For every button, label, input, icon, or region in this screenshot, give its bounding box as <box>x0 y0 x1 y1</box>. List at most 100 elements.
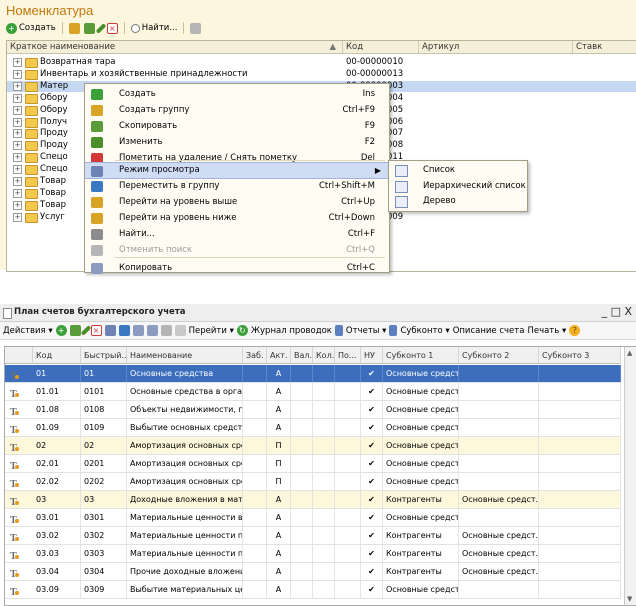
scroll-up-icon[interactable]: ▲ <box>627 349 632 357</box>
cell-empty <box>313 581 335 598</box>
expand-icon[interactable]: + <box>13 200 22 210</box>
column-header[interactable]: Заб. <box>243 347 267 364</box>
plus-icon[interactable]: + <box>55 325 67 336</box>
scroll-down-icon[interactable]: ▼ <box>627 595 632 603</box>
cell-quick: 01 <box>81 365 127 382</box>
expand-icon[interactable]: + <box>13 69 22 79</box>
table-row[interactable]: T 02.01 0201 Амортизация основных сре... П ✔ О… <box>5 455 621 473</box>
submenu-item-tree[interactable]: Дерево <box>389 194 527 209</box>
column-header-code[interactable]: Код <box>343 41 419 54</box>
table-row[interactable]: T 02 02 Амортизация основных сре... П ✔ Основн… <box>5 437 621 455</box>
column-header[interactable]: Субконто 1 <box>383 347 459 364</box>
column-header[interactable]: Код <box>33 347 81 364</box>
expand-icon[interactable]: + <box>13 141 22 151</box>
column-header-article[interactable]: Артикул <box>419 41 573 54</box>
expand-icon[interactable]: + <box>13 212 22 222</box>
delete-mark-icon[interactable]: × <box>106 22 118 34</box>
actions-menu[interactable]: Действия ▾ <box>3 326 53 336</box>
table-row[interactable]: T 03.090309Выбытие материальных цен... А ✔О… <box>5 581 621 599</box>
column-header-name[interactable]: Краткое наименование ▲ <box>7 41 343 54</box>
delete-mark-icon[interactable]: × <box>90 325 102 336</box>
account-marker-icon <box>15 555 19 559</box>
copy-icon[interactable] <box>69 325 81 336</box>
expand-icon[interactable]: + <box>13 93 22 103</box>
table-row[interactable]: T 03 03 Доходные вложения в мате... А ✔ Контра… <box>5 491 621 509</box>
menu-item-level-up[interactable]: Перейти на уровень выше Ctrl+Up <box>85 194 389 211</box>
pencil-icon[interactable] <box>80 325 91 336</box>
menu-item-folder-add[interactable]: Создать группу Ctrl+F9 <box>85 102 389 119</box>
column-header[interactable]: Акт. <box>267 347 291 364</box>
table-row[interactable]: + Инвентарь и хозяйственные принадлежност… <box>7 69 636 80</box>
expand-icon[interactable]: + <box>13 153 22 163</box>
list-icon <box>395 165 408 177</box>
table-row[interactable]: T 03.04 0304 Прочие доходные вложения А ✔ Конт… <box>5 563 621 581</box>
filter-icon[interactable] <box>132 325 144 336</box>
menu-item-view-mode[interactable]: Режим просмотра ▶ <box>85 162 389 179</box>
cancel-filter-icon[interactable] <box>174 325 186 336</box>
menu-item-level-down[interactable]: Перейти на уровень ниже Ctrl+Down <box>85 210 389 227</box>
expand-icon[interactable]: + <box>13 165 22 175</box>
create-button[interactable]: + Создать <box>6 21 56 35</box>
refresh-icon[interactable]: ↻ <box>236 325 248 336</box>
pencil-icon[interactable] <box>95 22 107 34</box>
table-row[interactable]: T 02.02 0202 Амортизация основных сре... П ✔ О… <box>5 473 621 491</box>
plus-green-icon <box>91 89 103 100</box>
expand-icon[interactable]: + <box>13 177 22 186</box>
goto-menu[interactable]: Перейти ▾ <box>189 326 234 336</box>
column-header[interactable]: Быстрый... <box>81 347 127 364</box>
journal-button[interactable]: Журнал проводок <box>251 326 332 336</box>
table-row[interactable]: T03.020302Материальные ценности пр...А✔К… <box>5 527 621 545</box>
submenu-item-tree-list[interactable]: Иерархический список <box>389 179 527 194</box>
column-header[interactable]: НУ <box>361 347 383 364</box>
expand-icon[interactable]: + <box>13 129 22 139</box>
cell-s1: Основные средст... <box>383 383 459 400</box>
account-description-button[interactable]: Описание счета <box>453 326 525 336</box>
menu-item-pencil[interactable]: Изменить F2 <box>85 134 389 151</box>
cell-empty <box>335 437 361 454</box>
move-icon[interactable] <box>118 325 130 336</box>
menu-item-search[interactable]: Найти... Ctrl+F <box>85 226 389 243</box>
window-title: Номенклатура <box>6 3 94 18</box>
expand-icon[interactable]: + <box>13 105 22 115</box>
cell-s2 <box>459 455 539 472</box>
column-header[interactable]: По... <box>335 347 361 364</box>
table-row[interactable]: + Возвратная тара 00-00000010 <box>7 57 636 68</box>
table-row[interactable]: T01.080108Объекты недвижимости, пр...А✔О… <box>5 401 621 419</box>
cell-empty <box>335 563 361 580</box>
column-header[interactable]: Наименование <box>127 347 243 364</box>
print-menu[interactable]: Печать ▾ <box>527 326 566 336</box>
menu-item-move[interactable]: Переместить в группу Ctrl+Shift+M <box>85 178 389 195</box>
view-mode-icon[interactable] <box>104 325 116 336</box>
menu-item-clipboard[interactable]: Копировать Ctrl+C <box>85 260 389 277</box>
submenu-item-list[interactable]: Список <box>389 163 527 178</box>
window-controls[interactable]: _ □ X <box>602 305 632 318</box>
expand-icon[interactable]: + <box>13 58 22 67</box>
table-row[interactable]: T0101Основные средстваА✔Основные средст.… <box>5 365 621 383</box>
menu-item-copy[interactable]: Скопировать F9 <box>85 118 389 135</box>
cancel-search-icon[interactable] <box>190 22 202 34</box>
column-header[interactable]: Вал. <box>291 347 313 364</box>
column-header-rate[interactable]: Ставк <box>573 41 636 54</box>
expand-icon[interactable]: + <box>13 117 22 127</box>
expand-icon[interactable]: + <box>13 188 22 198</box>
menu-item-plus-green[interactable]: Создать Ins <box>85 86 389 103</box>
table-row[interactable]: T03.030303Материальные ценности пр...А✔К… <box>5 545 621 563</box>
table-row[interactable]: T 01.01 0101 Основные средства в орган... А ✔… <box>5 383 621 401</box>
table-row[interactable]: T03.010301Материальные ценности в о...А✔… <box>5 509 621 527</box>
column-header[interactable]: Субконто 2 <box>459 347 539 364</box>
table-row[interactable]: T 01.09 0109 Выбытие основных средств А ✔ Осно… <box>5 419 621 437</box>
column-header[interactable]: Кол. <box>313 347 335 364</box>
find-button[interactable]: Найти... <box>130 21 177 35</box>
filter-value-icon[interactable] <box>146 325 158 336</box>
copy-icon[interactable] <box>83 22 95 34</box>
folder-add-icon[interactable] <box>68 22 80 34</box>
expand-icon[interactable]: + <box>13 81 22 91</box>
cell-empty <box>539 419 621 436</box>
subconto-menu[interactable]: Субконто ▾ <box>400 326 449 336</box>
help-icon[interactable]: ? <box>569 325 581 336</box>
vertical-scrollbar[interactable]: ▲ ▼ <box>624 347 636 605</box>
reports-menu[interactable]: Отчеты ▾ <box>346 326 387 336</box>
column-header[interactable]: Субконто 3 <box>539 347 621 364</box>
filter-list-icon[interactable] <box>160 325 172 336</box>
cell-s1: Контрагенты <box>383 527 459 544</box>
